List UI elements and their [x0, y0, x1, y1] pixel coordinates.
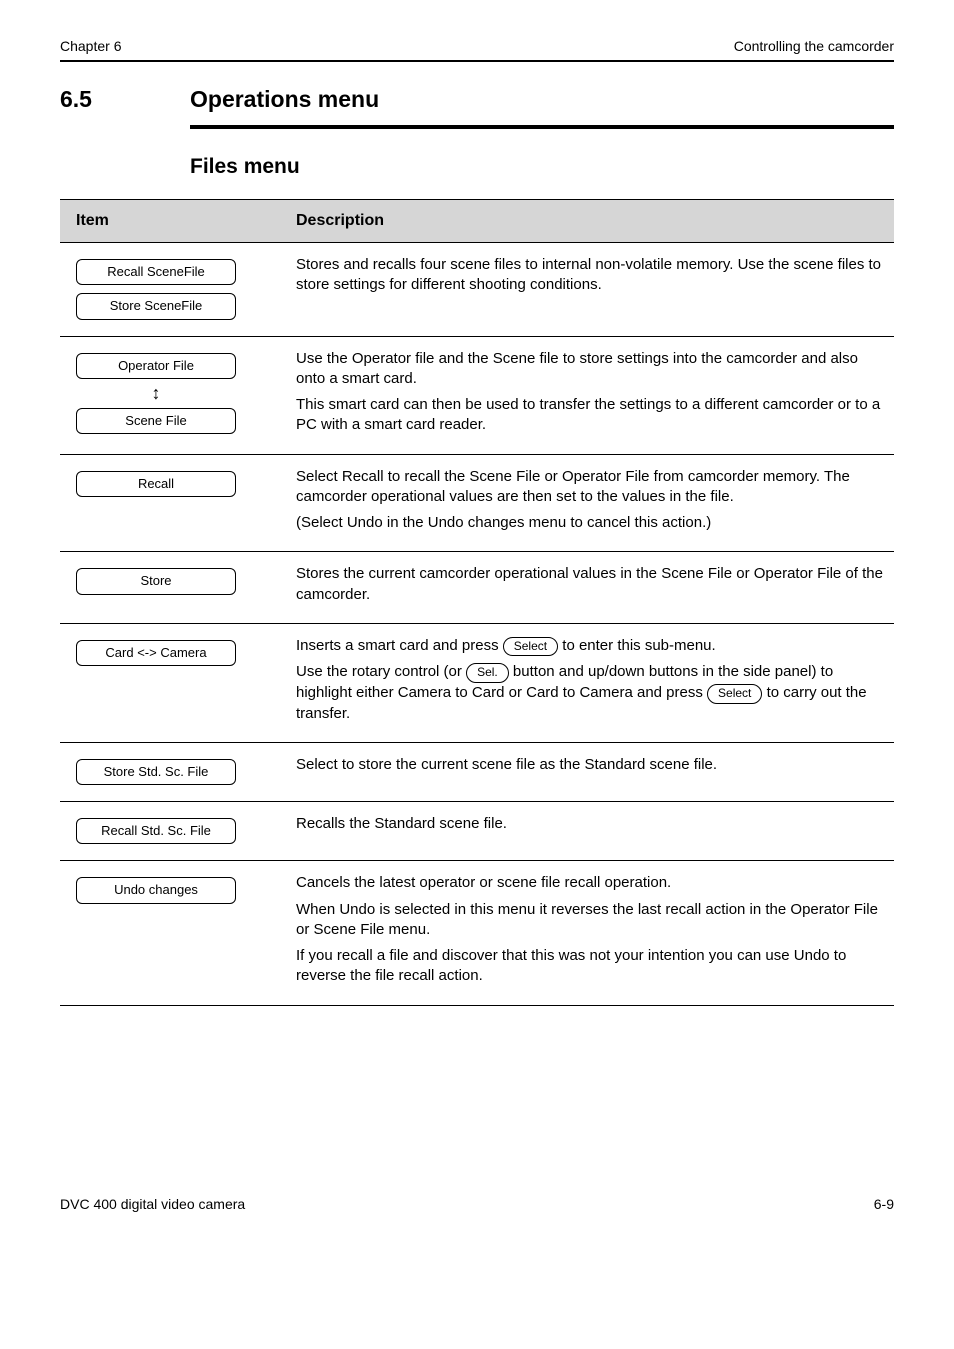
select-button-icon: Select: [707, 684, 762, 704]
subsection-title: Files menu: [190, 155, 894, 179]
description-text: When Undo is selected in this menu it re…: [296, 900, 884, 941]
chapter-title: Controlling the camcorder: [734, 38, 894, 54]
section-number: 6.5: [60, 86, 160, 113]
table-row: Store Stores the current camcorder opera…: [60, 552, 894, 624]
menu-button-card-camera: Card <-> Camera: [76, 640, 236, 666]
menu-button-scene-file: Scene File: [76, 408, 236, 434]
select-button-icon: Select: [503, 637, 558, 657]
table-row: Recall SceneFile Store SceneFile Stores …: [60, 243, 894, 337]
description-text: Use the rotary control (or Sel. button a…: [296, 662, 884, 723]
description-text: If you recall a file and discover that t…: [296, 946, 884, 987]
description-text: This smart card can then be used to tran…: [296, 395, 884, 436]
description-text: Stores and recalls four scene files to i…: [296, 255, 884, 296]
description-text: Recalls the Standard scene file.: [296, 814, 884, 834]
description-text: Stores the current camcorder operational…: [296, 564, 884, 605]
table-row: Recall Std. Sc. File Recalls the Standar…: [60, 802, 894, 861]
menu-button-store-std-sc-file: Store Std. Sc. File: [76, 759, 236, 785]
menu-button-store-scenefile: Store SceneFile: [76, 293, 236, 319]
footer-page-number: 6-9: [874, 1196, 894, 1212]
menu-button-recall-scenefile: Recall SceneFile: [76, 259, 236, 285]
description-text: Cancels the latest operator or scene fil…: [296, 873, 884, 893]
description-text: Use the Operator file and the Scene file…: [296, 349, 884, 390]
menu-button-operator-file: Operator File: [76, 353, 236, 379]
desc-fragment: Use the rotary control (or: [296, 663, 466, 680]
top-rule: [60, 60, 894, 62]
table-row: Operator File ↕ Scene File Use the Opera…: [60, 336, 894, 454]
col-header-description: Description: [280, 200, 894, 243]
col-header-item: Item: [60, 200, 280, 243]
files-menu-table: Item Description Recall SceneFile Store …: [60, 199, 894, 1006]
description-text: Select to store the current scene file a…: [296, 755, 884, 775]
menu-button-recall: Recall: [76, 471, 236, 497]
description-text: Select Recall to recall the Scene File o…: [296, 467, 884, 508]
menu-button-undo-changes: Undo changes: [76, 877, 236, 903]
table-row: Undo changes Cancels the latest operator…: [60, 861, 894, 1005]
description-text: (Select Undo in the Undo changes menu to…: [296, 513, 884, 533]
chapter-label: Chapter 6: [60, 38, 121, 54]
footer-model: DVC 400 digital video camera: [60, 1196, 245, 1212]
desc-fragment: to enter this sub-menu.: [562, 637, 715, 654]
table-row: Store Std. Sc. File Select to store the …: [60, 742, 894, 801]
heavy-rule: [190, 125, 894, 129]
updown-arrow-icon: ↕: [152, 383, 161, 403]
select-button-icon: Sel.: [466, 663, 509, 683]
table-row: Card <-> Camera Inserts a smart card and…: [60, 623, 894, 742]
description-text: Inserts a smart card and press Select to…: [296, 636, 884, 657]
table-row: Recall Select Recall to recall the Scene…: [60, 454, 894, 552]
menu-button-recall-std-sc-file: Recall Std. Sc. File: [76, 818, 236, 844]
menu-button-store: Store: [76, 568, 236, 594]
desc-fragment: Inserts a smart card and press: [296, 637, 503, 654]
section-title: Operations menu: [190, 86, 894, 113]
